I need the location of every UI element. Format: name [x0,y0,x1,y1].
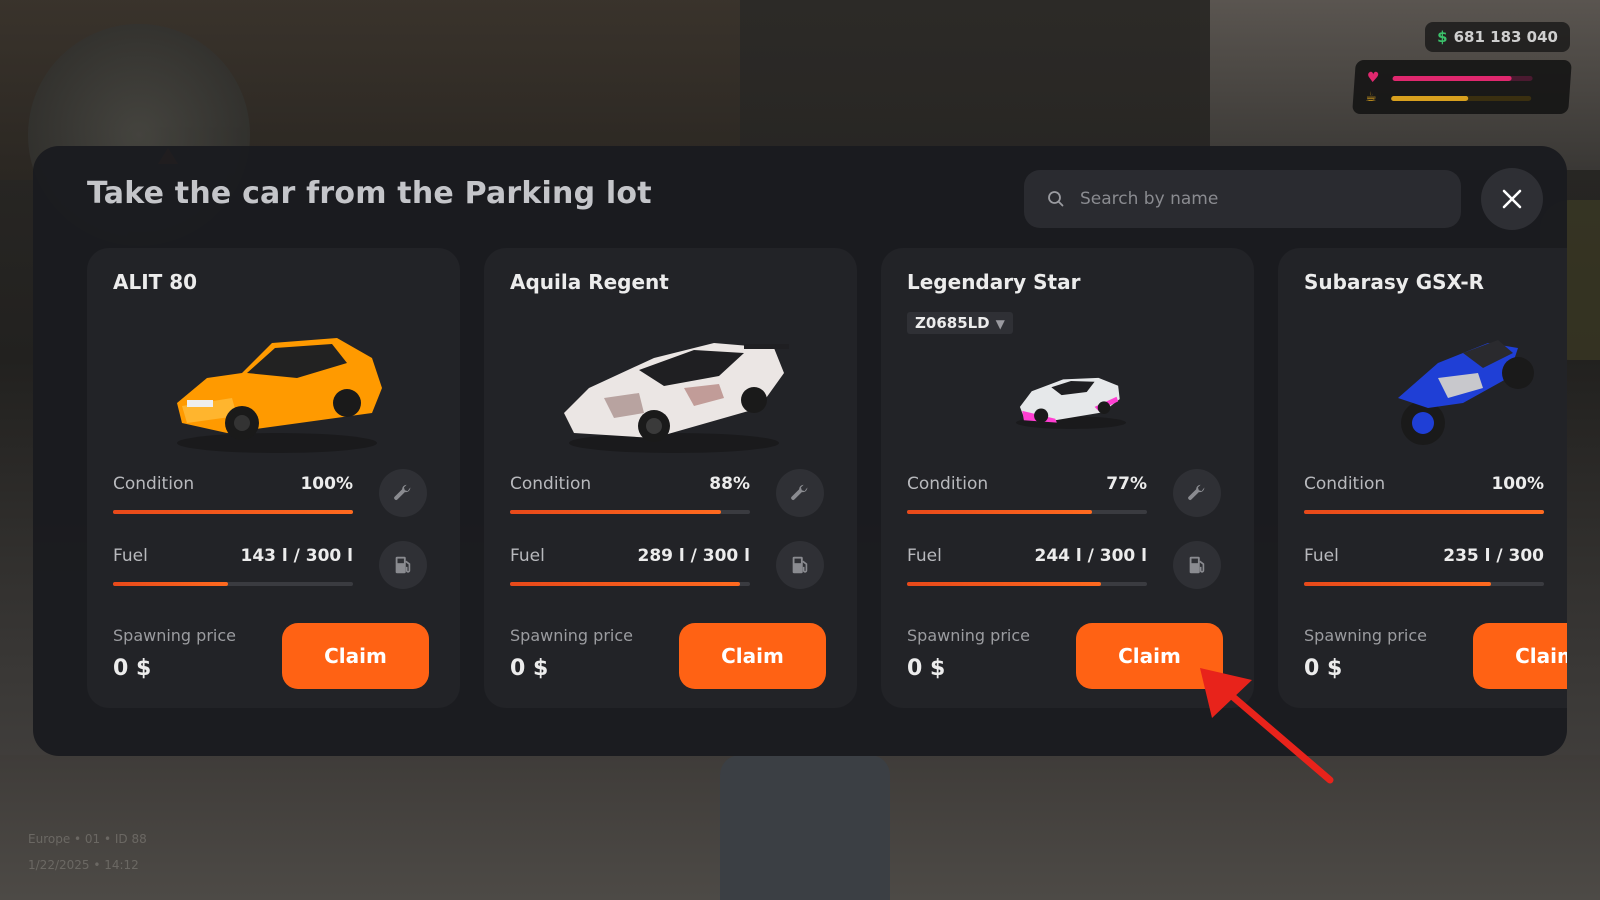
search-icon [1048,191,1064,207]
condition-value: 77% [1106,474,1147,494]
wrench-icon [1188,484,1205,500]
hunger-bar [1391,96,1532,101]
fuel-value: 235 l / 300 [1443,546,1544,566]
condition-bar-fill [113,510,353,514]
refuel-button[interactable] [1173,541,1221,589]
sedan-car-image [177,338,382,453]
condition-bar-fill [1304,510,1544,514]
spawning-price-label: Spawning price [907,626,1030,645]
condition-bar-fill [907,510,1092,514]
health-bar-fill [1392,76,1512,81]
cup-icon: ☕ [1364,90,1378,105]
health-bar [1392,76,1533,81]
player-character [720,755,890,900]
fuel-value: 289 l / 300 l [637,546,750,566]
car-list: ALIT 80 Condition 100% Fuel 143 l / 300 [87,248,1567,708]
money-value: 681 183 040 [1453,28,1558,46]
modal-title: Take the car from the Parking lot [87,176,652,211]
fuel-pump-icon [1189,556,1205,574]
spawning-price-value: 0 $ [510,656,549,681]
condition-value: 88% [709,474,750,494]
condition-bar [907,510,1147,514]
close-icon [1502,189,1522,209]
spawning-price-label: Spawning price [113,626,236,645]
spawning-price-value: 0 $ [113,656,152,681]
plate-number: Z0685LD [915,314,990,332]
condition-bar [510,510,750,514]
repair-button[interactable] [1173,469,1221,517]
car-card: Subarasy GSX-R Condition 100% Fuel 235 l… [1278,248,1567,708]
license-plate: Z0685LD ▼ [907,312,1013,334]
spawning-price-value: 0 $ [907,656,946,681]
plate-region-icon: ▼ [995,317,1005,331]
hypercar-image [1016,377,1126,429]
search-input[interactable] [1078,188,1442,210]
wrench-icon [394,484,411,500]
money-symbol: $ [1437,28,1448,46]
claim-button[interactable]: Claim [1473,623,1567,689]
fuel-value: 143 l / 300 l [240,546,353,566]
condition-value: 100% [1491,474,1544,494]
hud: $681 183 040 ♥ ☕ [1330,12,1572,114]
fuel-bar-fill [907,582,1102,586]
fuel-value: 244 l / 300 l [1034,546,1147,566]
fuel-bar-fill [510,582,741,586]
fuel-bar-fill [1304,582,1492,586]
car-card: Legendary Star Z0685LD ▼ Condition 77% Fu… [881,248,1254,708]
repair-button[interactable] [776,469,824,517]
search-bar[interactable] [1024,170,1461,228]
spawning-price-label: Spawning price [1304,626,1427,645]
fuel-bar-fill [113,582,229,586]
car-name: Aquila Regent [510,270,669,294]
refuel-button[interactable] [379,541,427,589]
refuel-button[interactable] [776,541,824,589]
heart-icon: ♥ [1366,70,1380,86]
claim-button[interactable]: Claim [679,623,826,689]
spawning-price-label: Spawning price [510,626,633,645]
supercar-image [564,343,789,453]
status-bars: ♥ ☕ [1352,60,1572,114]
car-name: Subarasy GSX-R [1304,270,1485,294]
car-name: ALIT 80 [113,270,198,294]
fuel-pump-icon [395,556,411,574]
repair-button[interactable] [379,469,427,517]
fuel-bar [907,582,1147,586]
motorcycle-image [1398,340,1534,445]
car-name: Legendary Star [907,270,1081,294]
condition-bar [113,510,353,514]
fuel-bar [113,582,353,586]
annotation-arrow-icon [1200,668,1334,784]
condition-value: 100% [300,474,353,494]
wrench-icon [791,484,808,500]
fuel-bar [510,582,750,586]
condition-bar-fill [510,510,722,514]
close-button[interactable] [1481,168,1543,230]
fuel-bar [1304,582,1544,586]
car-card: Aquila Regent Condition 88% Fuel 289 l /… [484,248,857,708]
claim-button[interactable]: Claim [282,623,429,689]
car-card: ALIT 80 Condition 100% Fuel 143 l / 300 [87,248,460,708]
money-display: $681 183 040 [1425,22,1570,52]
fuel-pump-icon [792,556,808,574]
server-label: Europe • 01 • ID 88 [28,832,147,846]
server-info: Europe • 01 • ID 88 1/22/2025 • 14:12 [28,826,147,878]
datetime-label: 1/22/2025 • 14:12 [28,858,139,872]
hunger-bar-fill [1391,96,1469,101]
condition-bar [1304,510,1544,514]
